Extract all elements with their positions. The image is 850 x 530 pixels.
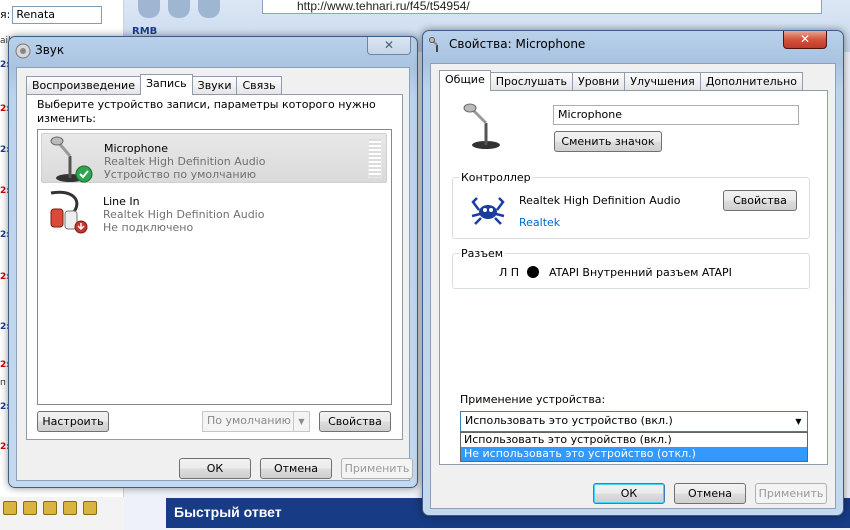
dialog-body: Воспроизведение Запись Звуки Связь Выбер… xyxy=(16,67,413,481)
device-status: Не подключено xyxy=(103,221,194,234)
properties-window: Свойства: Microphone ✕ Общие Прослушать … xyxy=(422,30,844,516)
name-label: я: xyxy=(0,8,11,21)
jack-group: Разъем Л П ATAPI Внутренний разъем ATAPI xyxy=(452,247,810,289)
device-usage-dropdown: Использовать это устройство (вкл.) Не ис… xyxy=(460,432,808,462)
instruction-text: Выберите устройство записи, параметры ко… xyxy=(37,98,376,125)
change-icon-button[interactable]: Сменить значок xyxy=(554,131,662,152)
sound-window: Звук ✕ Воспроизведение Запись Звуки Связ… xyxy=(8,36,418,488)
recording-panel: Выберите устройство записи, параметры ко… xyxy=(26,94,403,440)
controller-vendor-link[interactable]: Realtek xyxy=(519,216,560,229)
device-usage-value: Использовать это устройство (вкл.) xyxy=(465,414,673,427)
forum-toolbar-icons xyxy=(0,497,124,530)
save-icon[interactable] xyxy=(43,501,57,515)
tab-bar: Общие Прослушать Уровни Улучшения Дополн… xyxy=(439,70,804,91)
name-row: я: Renata xyxy=(0,6,103,24)
microphone-icon xyxy=(50,136,93,183)
tab-general[interactable]: Общие xyxy=(439,70,491,91)
close-button[interactable]: ✕ xyxy=(783,31,827,49)
forward-button[interactable] xyxy=(168,0,190,18)
toolbar-icon[interactable] xyxy=(23,501,37,515)
toolbar-icon[interactable] xyxy=(3,501,17,515)
cancel-button[interactable]: Отмена xyxy=(674,483,746,504)
list-item[interactable]: Microphone Realtek High Definition Audio… xyxy=(41,133,387,183)
dialog-body: Общие Прослушать Уровни Улучшения Дополн… xyxy=(430,63,836,509)
controller-properties-button[interactable]: Свойства xyxy=(723,190,797,211)
group-label: Контроллер xyxy=(459,171,533,184)
set-default-label: По умолчанию xyxy=(207,414,291,427)
cancel-button[interactable]: Отмена xyxy=(260,458,332,479)
tab-levels[interactable]: Уровни xyxy=(572,72,626,90)
controller-name: Realtek High Definition Audio xyxy=(519,194,681,207)
home-button[interactable] xyxy=(198,0,220,18)
name-input[interactable]: Renata xyxy=(12,6,103,24)
address-bar[interactable]: http://www.tehnari.ru/f45/t54954/ xyxy=(262,0,822,14)
configure-button[interactable]: Настроить xyxy=(37,411,109,432)
back-button[interactable] xyxy=(138,0,160,18)
apply-button: Применить xyxy=(755,483,827,504)
dropdown-option[interactable]: Использовать это устройство (вкл.) xyxy=(461,433,807,447)
general-panel: Microphone Сменить значок Контроллер Rea… xyxy=(439,90,828,465)
ok-button[interactable]: ОК xyxy=(179,458,251,479)
microphone-icon xyxy=(429,37,438,52)
speaker-icon xyxy=(15,43,31,59)
device-list[interactable]: Microphone Realtek High Definition Audio… xyxy=(37,129,392,405)
tab-playback[interactable]: Воспроизведение xyxy=(26,76,141,94)
realtek-crab-icon xyxy=(471,197,505,225)
tab-listen[interactable]: Прослушать xyxy=(489,72,574,90)
tab-sounds[interactable]: Звуки xyxy=(191,76,238,94)
device-usage-select[interactable]: Использовать это устройство (вкл.) ▼ xyxy=(460,411,808,432)
properties-button[interactable]: Свойства xyxy=(319,411,391,432)
tab-bar: Воспроизведение Запись Звуки Связь xyxy=(26,74,282,95)
jack-channels: Л П xyxy=(499,266,520,279)
list-item[interactable]: Line In Realtek High Definition Audio Не… xyxy=(41,187,387,237)
window-title: Звук xyxy=(35,43,65,57)
apply-button: Применить xyxy=(341,458,413,479)
window-title: Свойства: Microphone xyxy=(449,37,586,51)
tab-advanced[interactable]: Дополнительно xyxy=(699,72,804,90)
device-name: Line In xyxy=(103,195,140,208)
jack-color-dot xyxy=(527,266,539,278)
tab-enhancements[interactable]: Улучшения xyxy=(624,72,701,90)
browser-nav xyxy=(138,0,244,18)
jack-description: ATAPI Внутренний разъем ATAPI xyxy=(549,266,732,279)
side-fragment: п xyxy=(0,378,6,388)
controller-group: Контроллер Realtek High Definition Audio… xyxy=(452,171,810,239)
device-driver: Realtek High Definition Audio xyxy=(103,208,265,221)
microphone-icon xyxy=(463,103,500,149)
tab-recording[interactable]: Запись xyxy=(139,74,193,95)
dropdown-option[interactable]: Не использовать это устройство (откл.) xyxy=(461,447,807,461)
device-name: Microphone xyxy=(104,142,169,155)
group-label: Разъем xyxy=(459,247,506,260)
line-in-icon xyxy=(50,190,88,234)
tab-communications[interactable]: Связь xyxy=(236,76,282,94)
ok-button[interactable]: ОК xyxy=(593,483,665,504)
device-driver: Realtek High Definition Audio xyxy=(104,155,266,168)
usage-label: Применение устройства: xyxy=(460,393,606,406)
chevron-down-icon: ▼ xyxy=(795,417,802,426)
toolbar-icon[interactable] xyxy=(83,501,97,515)
close-button[interactable]: ✕ xyxy=(367,37,411,55)
level-meter xyxy=(368,138,382,178)
device-status: Устройство по умолчанию xyxy=(104,168,257,181)
toolbar-icon[interactable] xyxy=(63,501,77,515)
chevron-down-icon: ▼ xyxy=(293,412,309,431)
set-default-dropdown: По умолчанию ▼ xyxy=(202,411,310,432)
device-name-field[interactable]: Microphone xyxy=(553,105,799,125)
